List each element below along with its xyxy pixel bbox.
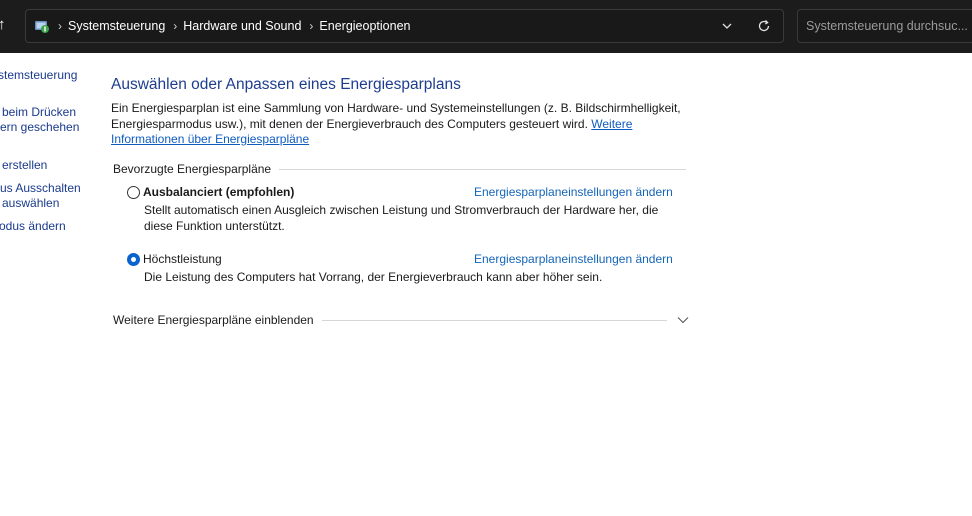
show-more-plans[interactable]: Weitere Energiesparpläne einblenden: [113, 312, 689, 328]
chevron-right-icon[interactable]: ›: [173, 19, 177, 33]
search-input[interactable]: [806, 18, 972, 34]
up-arrow-icon[interactable]: ↑: [0, 15, 14, 35]
left-link-create-plan[interactable]: erstellen: [2, 158, 47, 173]
address-toolbar: ↑ › Systemsteuerung › Hardware und Sound…: [0, 0, 972, 53]
chevron-down-icon[interactable]: [719, 18, 735, 34]
breadcrumb: › Systemsteuerung › Hardware und Sound ›…: [34, 10, 410, 42]
radio-balanced[interactable]: [127, 186, 140, 199]
chevron-right-icon[interactable]: ›: [309, 19, 313, 33]
left-link-sleep-mode[interactable]: odus ändern: [0, 219, 66, 234]
left-link-display-off-line1[interactable]: us Ausschalten: [0, 181, 81, 196]
refresh-icon[interactable]: [756, 18, 772, 34]
change-plan-settings-link-high-performance[interactable]: Energiesparplaneinstellungen ändern: [474, 251, 673, 267]
plan-name-high-performance[interactable]: Höchstleistung: [143, 251, 222, 267]
change-plan-settings-link-balanced[interactable]: Energiesparplaneinstellungen ändern: [474, 184, 673, 200]
chevron-right-icon: ›: [58, 19, 62, 33]
left-link-power-button-line1[interactable]: beim Drücken: [2, 105, 76, 120]
show-more-plans-label[interactable]: Weitere Energiesparpläne einblenden: [113, 313, 314, 327]
chevron-down-icon[interactable]: [677, 315, 689, 325]
breadcrumb-systemsteuerung[interactable]: Systemsteuerung: [68, 19, 165, 33]
address-bar[interactable]: › Systemsteuerung › Hardware und Sound ›…: [25, 9, 784, 43]
control-panel-icon: [34, 18, 50, 34]
plan-description-balanced: Stellt automatisch einen Ausgleich zwisc…: [144, 203, 659, 233]
breadcrumb-hardware-und-sound[interactable]: Hardware und Sound: [183, 19, 301, 33]
more-plans-divider: [321, 319, 667, 321]
plan-description-high-performance: Die Leistung des Computers hat Vorrang, …: [144, 270, 603, 284]
page-title: Auswählen oder Anpassen eines Energiespa…: [111, 76, 461, 93]
left-link-power-button-line2[interactable]: ern geschehen: [0, 120, 79, 135]
left-task-pane: stemsteuerung beim Drücken ern geschehen…: [0, 53, 96, 516]
breadcrumb-energieoptionen[interactable]: Energieoptionen: [319, 19, 410, 33]
section-divider: [279, 168, 686, 170]
search-box[interactable]: [797, 9, 972, 43]
intro-text: Ein Energiesparplan ist eine Sammlung vo…: [111, 101, 686, 148]
left-link-display-off-line2[interactable]: auswählen: [2, 196, 59, 211]
section-preferred-plans: Bevorzugte Energiesparpläne: [113, 162, 686, 176]
section-label: Bevorzugte Energiesparpläne: [113, 162, 272, 176]
radio-high-performance[interactable]: [127, 253, 140, 266]
left-link-systemsteuerung[interactable]: stemsteuerung: [0, 68, 77, 83]
plan-name-balanced[interactable]: Ausbalanciert (empfohlen): [143, 184, 294, 200]
